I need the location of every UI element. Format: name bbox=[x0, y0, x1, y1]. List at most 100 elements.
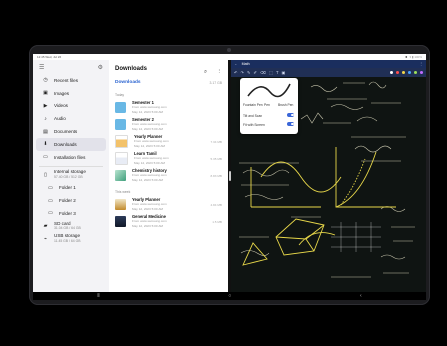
audio-icon: ♪ bbox=[44, 115, 47, 122]
file-size: 4.84 MB bbox=[210, 202, 222, 207]
notes-app: ← Math ⋮ ↶ ↷ ✎ ✐ ⌫ ⬚ T ▣ Fountain Pen Pe… bbox=[231, 60, 426, 292]
color-swatch[interactable] bbox=[413, 70, 417, 75]
folder-icon: ▭ bbox=[48, 197, 53, 204]
back-icon[interactable]: ← bbox=[234, 62, 238, 66]
file-date: May 12, 2023 5:00 AM bbox=[132, 223, 163, 228]
settings-icon[interactable]: ⚙ bbox=[98, 64, 103, 71]
sidebar-item-installation-files[interactable]: ▭ Installation files bbox=[33, 151, 109, 164]
download-icon: ⬇ bbox=[43, 141, 48, 148]
pen-option-pen[interactable]: Pen bbox=[264, 103, 270, 107]
sidebar-item-recent-files[interactable]: ◷ Recent files bbox=[33, 74, 109, 87]
sidebar-item-documents[interactable]: ▤ Documents bbox=[33, 125, 109, 138]
sidebar-item-downloads[interactable]: ⬇ Downloads bbox=[36, 137, 106, 151]
file-info: Chemistry history From www.samsung.com May… bbox=[132, 168, 207, 182]
sidebar-item-label: Documents bbox=[54, 129, 78, 135]
breadcrumb-downloads[interactable]: Downloads bbox=[115, 80, 141, 85]
storage-usage: 57.40 GB / 512 GB bbox=[54, 174, 83, 179]
pen-option-fountain[interactable]: Fountain Pen bbox=[243, 103, 263, 107]
notes-more-icon[interactable]: ⋮ bbox=[419, 62, 423, 66]
recents-icon[interactable]: ⦀ bbox=[97, 293, 99, 299]
sidebar-folder-item[interactable]: ▭ Folder 2 bbox=[33, 194, 109, 207]
pen-settings-popup: Fountain Pen Pen Brush Pen Tilt and Scan… bbox=[240, 78, 298, 134]
text-icon[interactable]: T bbox=[276, 70, 279, 75]
sidebar-item-audio[interactable]: ♪ Audio bbox=[33, 112, 109, 125]
file-row[interactable]: Learn Tamil From www.samsung.com May 14, 2… bbox=[109, 150, 228, 167]
front-camera bbox=[227, 48, 231, 52]
installation-icon: ▭ bbox=[43, 154, 48, 161]
color-swatch[interactable] bbox=[395, 70, 399, 75]
file-date: May 14, 2023 5:00 AM bbox=[132, 109, 163, 114]
selection-icon[interactable]: ⬚ bbox=[269, 70, 273, 75]
file-date: May 14, 2023 5:00 AM bbox=[134, 143, 165, 148]
color-swatch[interactable] bbox=[401, 70, 405, 75]
sidebar-item-sd-card[interactable]: ▰ SD card 31.04 GB / 64 GB bbox=[33, 220, 109, 233]
pen-icon[interactable]: ✎ bbox=[247, 70, 251, 75]
folder-size: 3.17 GB bbox=[209, 80, 222, 85]
files-sidebar: ☰ ⚙ ◷ Recent files ▣ Images ▶ Videos ♪ Audio ▤ Do… bbox=[33, 60, 109, 292]
sidebar-item-videos[interactable]: ▶ Videos bbox=[33, 100, 109, 113]
notes-title-bar: ← Math ⋮ bbox=[231, 60, 426, 68]
highlighter-icon[interactable]: ✐ bbox=[254, 70, 258, 75]
file-size: 7.34 MB bbox=[210, 139, 222, 144]
files-header: Downloads ⌕ ⋮ bbox=[109, 60, 228, 78]
file-thumbnail bbox=[115, 135, 128, 148]
sidebar-folder-item[interactable]: ▭ Folder 3 bbox=[33, 207, 109, 220]
menu-icon[interactable]: ☰ bbox=[39, 64, 44, 71]
clock-icon: ◷ bbox=[43, 77, 48, 84]
undo-icon[interactable]: ↶ bbox=[234, 70, 238, 75]
video-icon: ▶ bbox=[43, 102, 48, 109]
status-indicators: ◾ ▾ ▮ 100% bbox=[404, 55, 422, 59]
color-swatch[interactable] bbox=[419, 70, 423, 75]
file-row[interactable]: Semester 1 From www.samsung.com May 14, 20… bbox=[109, 99, 228, 116]
tablet-device: 12:45 Wed, Jul 26 ◾ ▾ ▮ 100% ☰ ⚙ ◷ Recent… bbox=[29, 45, 430, 305]
tilt-toggle[interactable] bbox=[287, 113, 294, 117]
file-row[interactable]: Yearly Planner From www.samsung.com May 12… bbox=[109, 196, 228, 213]
file-row[interactable]: Yearly Planner From www.samsung.com May 14… bbox=[109, 133, 228, 150]
file-row[interactable]: Chemistry history From www.samsung.com May… bbox=[109, 167, 228, 184]
file-row[interactable]: Semester 2 From www.samsung.com May 14, 20… bbox=[109, 116, 228, 133]
sidebar-item-images[interactable]: ▣ Images bbox=[33, 87, 109, 100]
breadcrumb: Downloads 3.17 GB bbox=[109, 78, 228, 87]
file-date: May 14, 2023 5:00 AM bbox=[134, 160, 165, 165]
file-date: May 14, 2023 5:00 AM bbox=[132, 126, 163, 131]
home-icon[interactable]: ○ bbox=[228, 293, 231, 299]
file-size: 5.35 MB bbox=[210, 156, 222, 161]
setting-tilt-label: Tilt and Scan bbox=[243, 114, 263, 118]
sidebar-folder-item[interactable]: ▭ Folder 1 bbox=[33, 181, 109, 194]
color-swatch[interactable] bbox=[389, 70, 393, 75]
status-time: 12:45 Wed, Jul 26 bbox=[37, 55, 62, 59]
eraser-icon[interactable]: ⌫ bbox=[260, 70, 266, 75]
section-header: This week bbox=[115, 190, 131, 194]
folder-icon: ▭ bbox=[48, 210, 53, 217]
sidebar-divider bbox=[39, 165, 103, 167]
file-thumbnail bbox=[115, 216, 126, 227]
setting-fit-label: Fit with Screen bbox=[243, 123, 265, 127]
sd-card-icon: ▰ bbox=[43, 223, 48, 230]
usb-usage: 11.45 GB / 64 GB bbox=[54, 238, 81, 243]
file-info: Yearly Planner From www.samsung.com May 12… bbox=[132, 197, 207, 211]
redo-icon[interactable]: ↷ bbox=[241, 70, 245, 75]
folder-label: Folder 2 bbox=[59, 198, 76, 204]
color-swatch[interactable] bbox=[407, 70, 411, 75]
sidebar-item-usb-storage[interactable]: ⌁ USB storage 11.45 GB / 64 GB bbox=[33, 233, 109, 246]
file-row[interactable]: General Medicine From www.samsung.com May … bbox=[109, 213, 228, 230]
fit-toggle[interactable] bbox=[287, 122, 294, 126]
folder-icon: ▭ bbox=[48, 184, 53, 191]
file-info: Learn Tamil From www.samsung.com May 14, 2… bbox=[134, 151, 207, 165]
tablet-screen: 12:45 Wed, Jul 26 ◾ ▾ ▮ 100% ☰ ⚙ ◷ Recent… bbox=[33, 54, 426, 300]
file-info: Yearly Planner From www.samsung.com May 14… bbox=[134, 134, 207, 148]
image-icon[interactable]: ▣ bbox=[282, 70, 286, 75]
search-icon[interactable]: ⌕ bbox=[204, 69, 207, 75]
sidebar-item-internal-storage[interactable]: ▯ Internal storage 57.40 GB / 512 GB bbox=[33, 169, 109, 182]
notes-toolbar: ↶ ↷ ✎ ✐ ⌫ ⬚ T ▣ bbox=[231, 68, 426, 77]
page-title: Downloads bbox=[115, 66, 148, 72]
my-files-app: ☰ ⚙ ◷ Recent files ▣ Images ▶ Videos ♪ Audio ▤ Do… bbox=[33, 60, 228, 292]
sidebar-top: ☰ ⚙ bbox=[33, 60, 109, 74]
more-options-icon[interactable]: ⋮ bbox=[217, 69, 223, 75]
sidebar-item-label: Downloads bbox=[54, 141, 77, 147]
back-nav-icon[interactable]: ‹ bbox=[360, 293, 362, 299]
folder-label: Folder 3 bbox=[59, 210, 76, 216]
sidebar-item-label: Videos bbox=[54, 103, 68, 109]
system-navigation-bar: ⦀ ○ ‹ bbox=[33, 292, 426, 300]
pen-option-brush[interactable]: Brush Pen bbox=[278, 103, 293, 107]
